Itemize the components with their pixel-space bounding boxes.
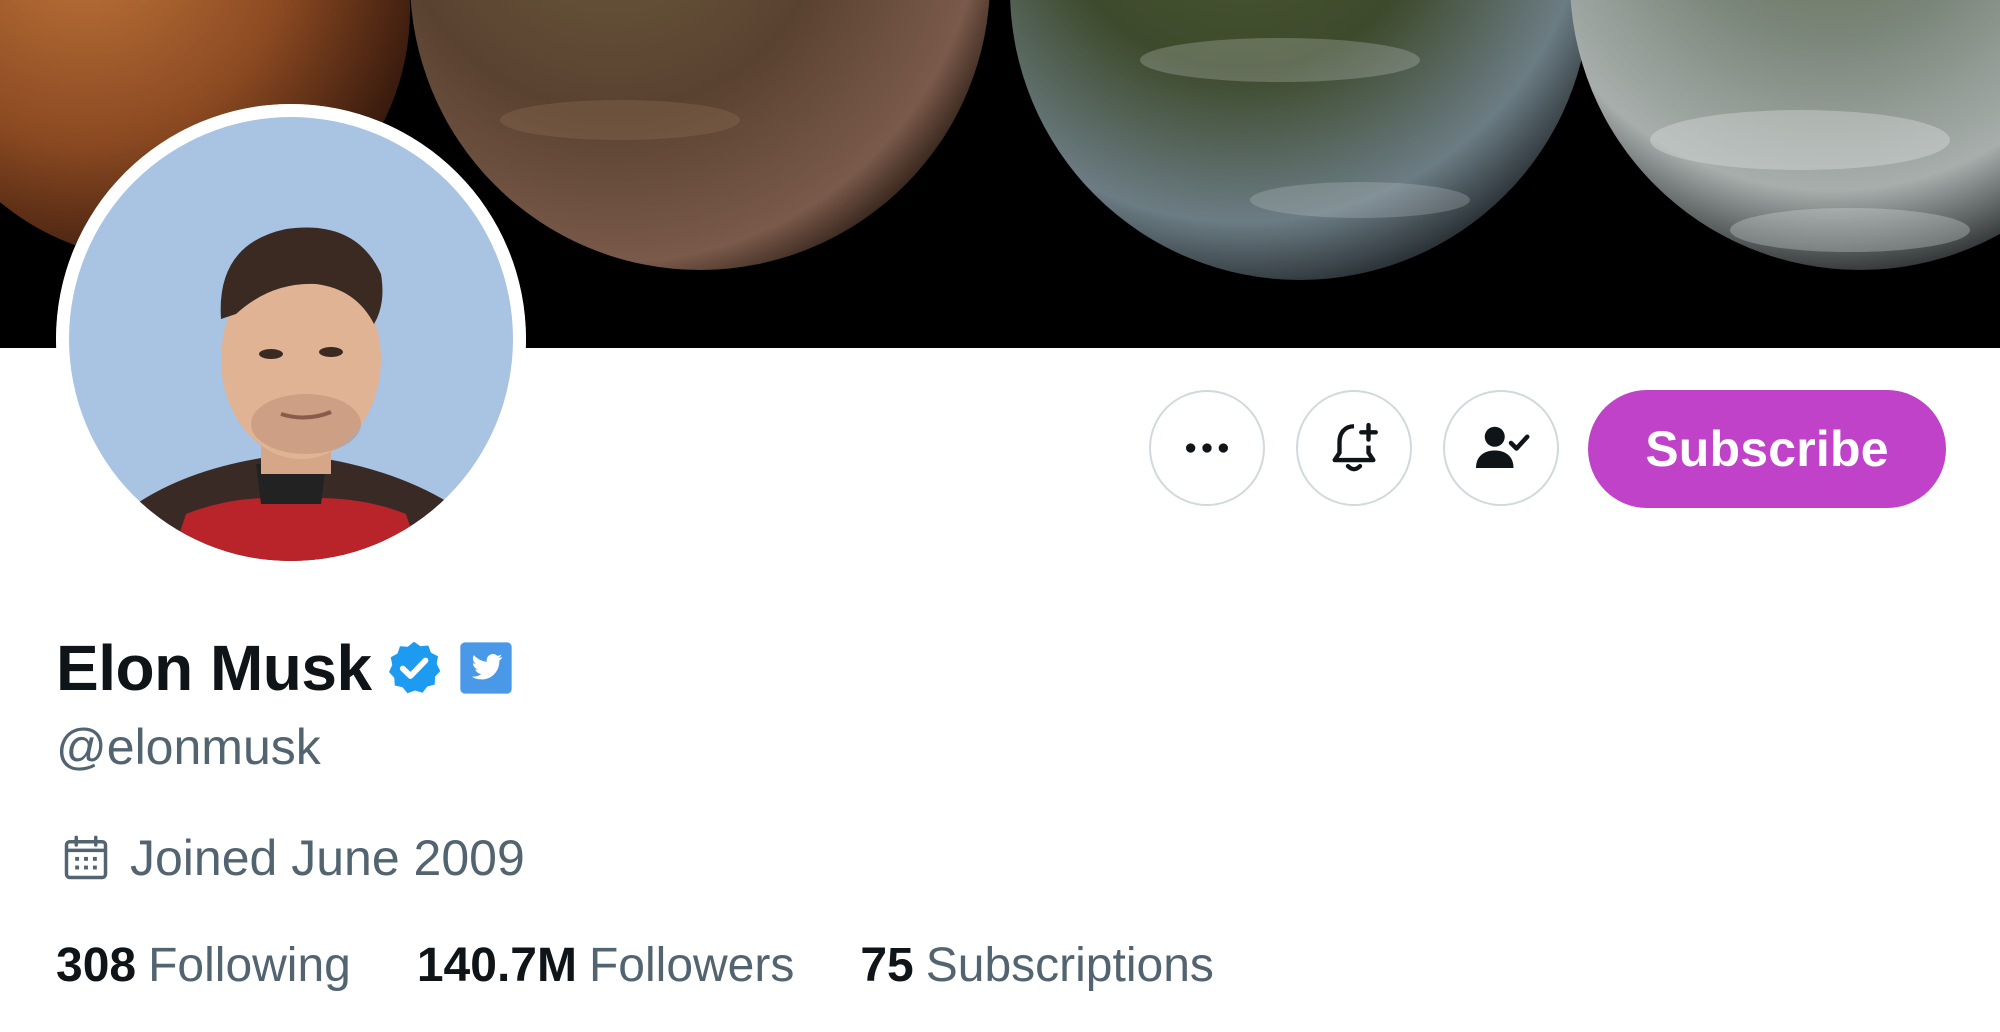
follow-stats: 308 Following 140.7M Followers 75 Subscr… (56, 930, 1214, 1000)
more-horizontal-icon (1186, 443, 1228, 453)
person-check-icon (1476, 426, 1530, 468)
joined-date: Joined June 2009 (130, 830, 525, 886)
bell-plus-icon (1332, 422, 1378, 472)
followers-stat-link[interactable]: 140.7M Followers (417, 938, 795, 993)
subscriptions-label: Subscriptions (925, 938, 1214, 992)
following-stat-link[interactable]: 308 Following (56, 938, 351, 993)
subscriptions-stat-link[interactable]: 75 Subscriptions (860, 938, 1214, 993)
calendar-icon (64, 835, 108, 880)
profile-avatar[interactable] (56, 104, 526, 574)
followers-label: Followers (588, 938, 795, 992)
more-button[interactable] (1149, 390, 1265, 506)
following-button[interactable] (1443, 390, 1559, 506)
name-row: Elon Musk (56, 628, 514, 708)
subscriptions-count: 75 (860, 938, 914, 992)
followers-count: 140.7M (416, 938, 577, 992)
profile-handle: @elonmusk (56, 719, 321, 775)
profile-page: Subscribe Elon Musk @elonmusk Joined Jun… (0, 0, 2000, 1032)
following-count: 308 (56, 938, 137, 992)
twitter-bird-icon[interactable] (458, 640, 514, 696)
subscribe-button[interactable]: Subscribe (1588, 390, 1946, 508)
display-name: Elon Musk (56, 632, 372, 704)
following-label: Following (148, 938, 351, 992)
notifications-button[interactable] (1296, 390, 1412, 506)
verified-check-icon[interactable] (384, 638, 444, 698)
joined-date-row: Joined June 2009 (60, 826, 525, 890)
avatar-image (56, 104, 526, 574)
